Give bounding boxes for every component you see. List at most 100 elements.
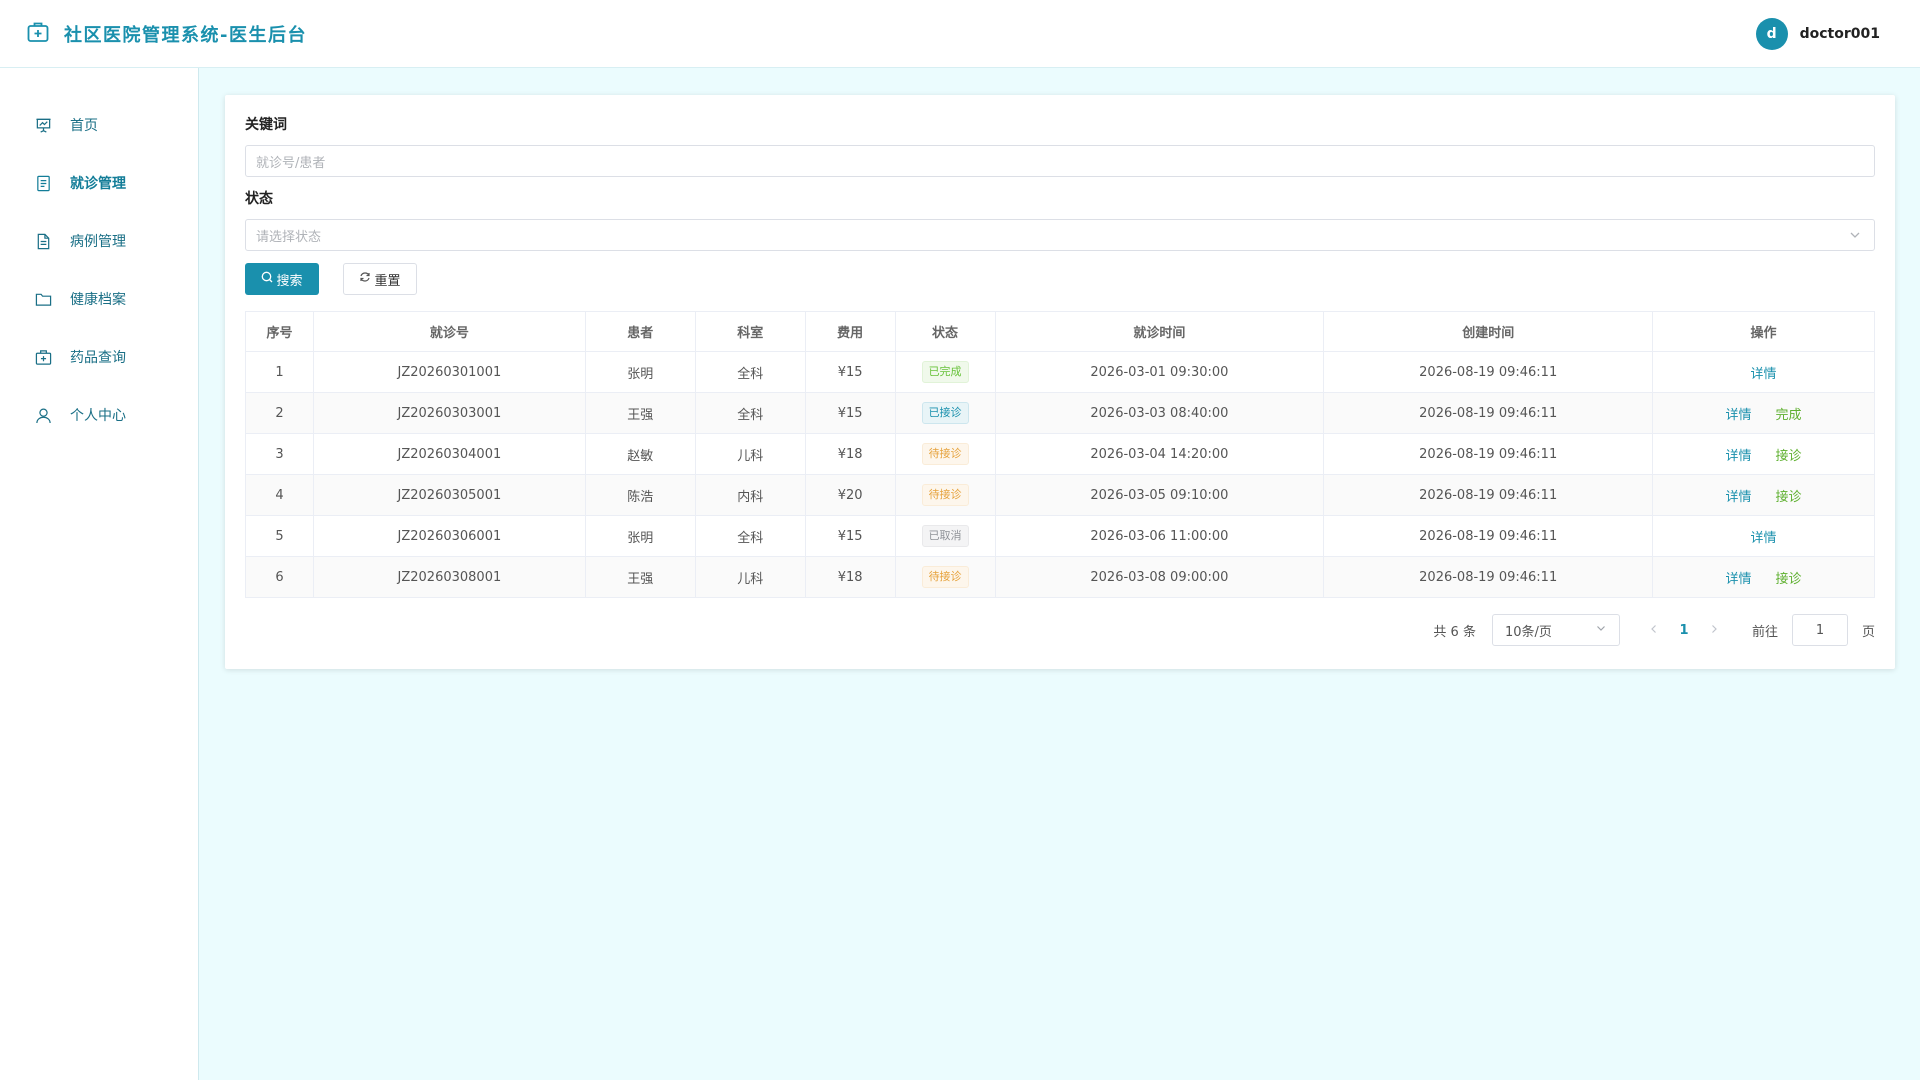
sidebar-item-label: 健康档案 — [70, 292, 126, 308]
chevron-right-icon — [1709, 623, 1719, 638]
actions-cell: 详情 接诊 — [1652, 474, 1875, 516]
sidebar-item-label: 个人中心 — [70, 408, 126, 424]
sidebar-item-profile[interactable]: 个人中心 — [0, 386, 198, 444]
page-suffix: 页 — [1861, 624, 1875, 640]
visit-time: 2026-03-06 11:00:00 — [994, 515, 1325, 557]
row-number: 1 — [245, 351, 314, 393]
patient-name: 张明 — [584, 515, 696, 557]
next-page-button[interactable] — [1704, 623, 1724, 638]
pagination: 共 6 条 10条/页 1 前往 1 页 — [245, 614, 1875, 646]
status-badge: 待接诊 — [921, 443, 969, 465]
chart-board-icon — [34, 116, 52, 134]
sidebar-item-medicine[interactable]: 药品查询 — [0, 328, 198, 386]
table-row: 4 JZ20260305001 陈浩 内科 ¥20 待接诊 2026-03-05 09:10… — [245, 474, 1875, 516]
table-row: 5 JZ20260306001 张明 全科 ¥15 已取消 2026-03-06 11:00… — [245, 515, 1875, 557]
created-time: 2026-08-19 09:46:11 — [1323, 515, 1654, 557]
fee: ¥18 — [804, 556, 896, 598]
detail-link[interactable]: 详情 — [1726, 568, 1752, 587]
column-header: 患者 — [584, 311, 696, 352]
goto-label: 前往 — [1751, 624, 1778, 640]
status-badge: 已完成 — [921, 361, 969, 383]
department: 儿科 — [694, 433, 806, 475]
row-number: 5 — [245, 515, 314, 557]
main-panel: 关键词 就诊号/患者 状态 请选择状态 搜索 重置 序号 就诊号 患者 科室 费… — [225, 95, 1895, 669]
detail-link[interactable]: 详情 — [1726, 486, 1752, 505]
avatar[interactable]: d — [1755, 17, 1788, 50]
visit-code: JZ20260303001 — [312, 392, 586, 434]
fee: ¥18 — [804, 433, 896, 475]
goto-page-input[interactable]: 1 — [1791, 614, 1848, 646]
department: 内科 — [694, 474, 806, 516]
complete-link[interactable]: 完成 — [1776, 404, 1802, 423]
fee: ¥15 — [804, 351, 896, 393]
accept-link[interactable]: 接诊 — [1776, 568, 1802, 587]
keyword-input[interactable]: 就诊号/患者 — [245, 145, 1875, 177]
reset-button[interactable]: 重置 — [343, 263, 417, 295]
username[interactable]: doctor001 — [1800, 26, 1880, 42]
medicine-box-icon — [34, 348, 52, 366]
sidebar-item-label: 首页 — [70, 118, 98, 134]
sidebar-item-label: 病例管理 — [70, 234, 126, 250]
status-cell: 待接诊 — [894, 556, 996, 598]
sidebar-item-visits[interactable]: 就诊管理 — [0, 154, 198, 212]
hospital-kit-icon — [26, 20, 50, 48]
column-header: 操作 — [1652, 311, 1875, 352]
top-header: 社区医院管理系统-医生后台 d doctor001 — [0, 0, 1920, 68]
accept-link[interactable]: 接诊 — [1776, 486, 1802, 505]
table-row: 2 JZ20260303001 王强 全科 ¥15 已接诊 2026-03-03 08:40… — [245, 392, 1875, 434]
sidebar-item-home[interactable]: 首页 — [0, 96, 198, 154]
table-row: 6 JZ20260308001 王强 儿科 ¥18 待接诊 2026-03-08 09:00… — [245, 556, 1875, 598]
actions-cell: 详情 完成 — [1652, 392, 1875, 434]
status-cell: 待接诊 — [894, 474, 996, 516]
patient-name: 赵敏 — [584, 433, 696, 475]
column-header: 序号 — [245, 311, 314, 352]
created-time: 2026-08-19 09:46:11 — [1323, 392, 1654, 434]
status-badge: 待接诊 — [921, 484, 969, 506]
department: 儿科 — [694, 556, 806, 598]
status-label: 状态 — [245, 191, 273, 207]
detail-link[interactable]: 详情 — [1726, 445, 1752, 464]
detail-link[interactable]: 详情 — [1751, 363, 1777, 382]
status-cell: 待接诊 — [894, 433, 996, 475]
detail-link[interactable]: 详情 — [1751, 527, 1777, 546]
page-size-select[interactable]: 10条/页 — [1491, 614, 1620, 646]
sidebar-item-health-records[interactable]: 健康档案 — [0, 270, 198, 328]
created-time: 2026-08-19 09:46:11 — [1323, 433, 1654, 475]
fee: ¥15 — [804, 515, 896, 557]
status-badge: 已接诊 — [921, 402, 969, 424]
visit-code: JZ20260301001 — [312, 351, 586, 393]
status-cell: 已取消 — [894, 515, 996, 557]
row-number: 2 — [245, 392, 314, 434]
accept-link[interactable]: 接诊 — [1776, 445, 1802, 464]
chevron-left-icon — [1649, 623, 1659, 638]
search-button-label: 搜索 — [276, 273, 303, 289]
prev-page-button[interactable] — [1644, 623, 1664, 638]
folder-icon — [34, 290, 52, 308]
sidebar-item-cases[interactable]: 病例管理 — [0, 212, 198, 270]
pagination-total: 共 6 条 — [1433, 624, 1476, 640]
actions-cell: 详情 — [1652, 351, 1875, 393]
status-badge: 待接诊 — [921, 566, 969, 588]
keyword-placeholder: 就诊号/患者 — [256, 155, 326, 171]
detail-link[interactable]: 详情 — [1726, 404, 1752, 423]
page-size-value: 10条/页 — [1504, 624, 1552, 640]
row-number: 4 — [245, 474, 314, 516]
document-icon — [34, 174, 52, 192]
fee: ¥15 — [804, 392, 896, 434]
department: 全科 — [694, 351, 806, 393]
patient-name: 陈浩 — [584, 474, 696, 516]
user-icon — [34, 406, 52, 424]
status-select[interactable]: 请选择状态 — [245, 219, 1875, 251]
refresh-icon — [359, 271, 371, 287]
search-icon — [261, 271, 273, 287]
status-cell: 已接诊 — [894, 392, 996, 434]
current-page[interactable]: 1 — [1674, 623, 1694, 638]
column-header: 就诊时间 — [994, 311, 1325, 352]
search-button[interactable]: 搜索 — [245, 263, 319, 295]
column-header: 费用 — [804, 311, 896, 352]
patient-name: 王强 — [584, 392, 696, 434]
fee: ¥20 — [804, 474, 896, 516]
filter-actions: 搜索 重置 — [245, 263, 1875, 295]
user-menu[interactable]: d doctor001 — [1755, 17, 1880, 50]
column-header: 科室 — [694, 311, 806, 352]
